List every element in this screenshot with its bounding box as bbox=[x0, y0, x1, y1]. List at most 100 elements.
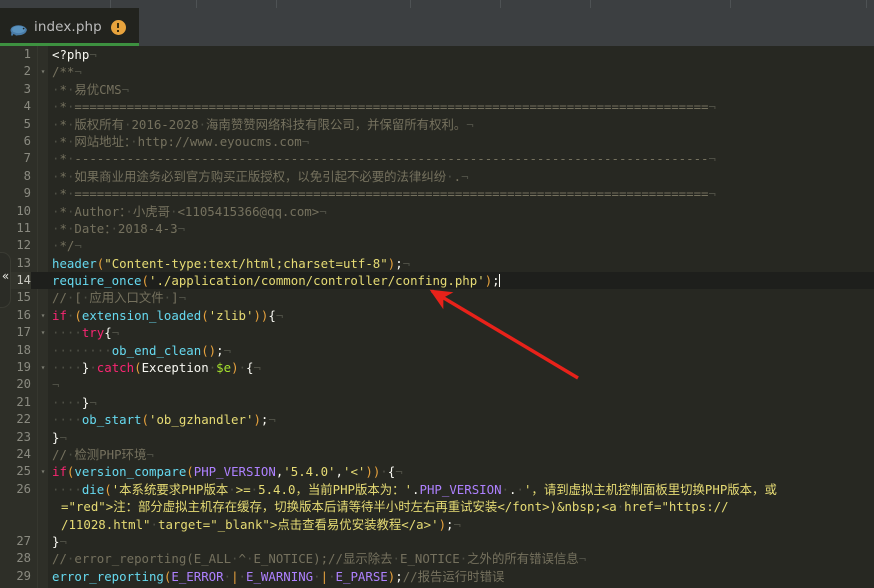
code-text[interactable]: ·*·易优CMS¬ bbox=[52, 81, 129, 98]
code-line[interactable]: 10 ·*·Author：·小虎哥·<1105415366@qq.com>¬ bbox=[0, 203, 874, 220]
fold-marker[interactable]: ▾ bbox=[38, 307, 48, 324]
code-line[interactable]: 8 ·*·如果商业用途务必到官方购买正版授权，以免引起不必要的法律纠纷·.¬ bbox=[0, 168, 874, 185]
code-text[interactable]: header("Content-type:text/html;charset=u… bbox=[52, 255, 410, 272]
code-line[interactable]: ="red">注：部分虚拟主机存在缓存，切换版本后请等待半小时左右再重试安装</… bbox=[0, 498, 874, 515]
code-line[interactable]: 21 ····}¬ bbox=[0, 394, 874, 411]
fold-marker[interactable] bbox=[38, 568, 48, 585]
fold-marker[interactable]: ▾ bbox=[38, 63, 48, 80]
code-editor[interactable]: 1 <?php¬ 2 ▾/**¬ 3 ·*·易优CMS¬ 4 ·*·=============… bbox=[0, 46, 874, 588]
code-line[interactable]: 28//·error_reporting(E_ALL·^·E_NOTICE);/… bbox=[0, 550, 874, 567]
code-text[interactable]: error_reporting(E_ERROR·|·E_WARNING·|·E_… bbox=[52, 568, 504, 585]
fold-marker[interactable] bbox=[38, 255, 48, 272]
code-token: ="red">注： bbox=[61, 499, 138, 515]
code-text[interactable]: ····die('本系统要求PHP版本·>=·5.4.0，当前PHP版本为：'.… bbox=[52, 481, 777, 498]
code-text[interactable]: ·*·-------------------------------------… bbox=[52, 150, 716, 167]
code-text[interactable]: ····}·catch(Exception·$e)·{¬ bbox=[52, 359, 261, 376]
code-line[interactable]: 5 ·*·版权所有·2016-2028·海南赞赞网络科技有限公司，并保留所有权利。… bbox=[0, 116, 874, 133]
code-text[interactable]: ·*·=====================================… bbox=[52, 98, 716, 115]
code-text[interactable]: ····try{¬ bbox=[52, 324, 119, 341]
code-text[interactable]: ·*·网站地址：·http://www.eyoucms.com¬ bbox=[52, 133, 309, 150]
fold-marker[interactable] bbox=[38, 46, 48, 63]
fold-marker[interactable] bbox=[38, 150, 48, 167]
code-text[interactable]: <?php¬ bbox=[52, 46, 97, 63]
fold-marker[interactable] bbox=[38, 429, 48, 446]
fold-marker[interactable] bbox=[38, 289, 48, 306]
code-line[interactable]: 2 ▾/**¬ bbox=[0, 63, 874, 80]
fold-marker[interactable] bbox=[38, 272, 48, 289]
collapse-panel-handle[interactable]: « bbox=[0, 252, 11, 308]
warning-badge-icon[interactable] bbox=[110, 19, 126, 35]
code-text[interactable]: ········ob_end_clean();¬ bbox=[52, 342, 231, 359]
fold-marker[interactable] bbox=[38, 220, 48, 237]
code-line[interactable]: 16 ▾ if·(extension_loaded('zlib')){¬ bbox=[0, 307, 874, 324]
fold-marker[interactable] bbox=[38, 185, 48, 202]
code-text[interactable]: //·error_reporting(E_ALL·^·E_NOTICE);//显… bbox=[52, 550, 586, 567]
code-line[interactable]: 24 //·检测PHP环境¬ bbox=[0, 446, 874, 463]
code-line[interactable]: /11028.html"·target="_blank">点击查看易优安装教程<… bbox=[0, 516, 874, 533]
fold-marker[interactable] bbox=[38, 376, 48, 393]
code-line[interactable]: 7 ·*·------------------------------------… bbox=[0, 150, 874, 167]
code-line[interactable]: 11 ·*·Date：·2018-4-3¬ bbox=[0, 220, 874, 237]
code-line[interactable]: 29 error_reporting(E_ERROR·|·E_WARNING·|·… bbox=[0, 568, 874, 585]
line-number: 8 bbox=[23, 168, 31, 183]
code-line[interactable]: 25 ▾ if(version_compare(PHP_VERSION,'5.4.0… bbox=[0, 463, 874, 480]
code-line[interactable]: 14 require_once('./application/common/con… bbox=[0, 272, 874, 290]
code-line[interactable]: 12 ·*/¬ bbox=[0, 237, 874, 254]
fold-marker[interactable] bbox=[38, 98, 48, 115]
fold-marker[interactable] bbox=[38, 342, 48, 359]
code-text[interactable]: ·*·Date：·2018-4-3¬ bbox=[52, 220, 185, 237]
code-text[interactable]: ····ob_start('ob_gzhandler');¬ bbox=[52, 411, 276, 428]
fold-marker[interactable]: ▾ bbox=[38, 324, 48, 341]
code-line[interactable]: 22 ····ob_start('ob_gzhandler');¬ bbox=[0, 411, 874, 428]
code-text[interactable]: //·[·应用入口文件·]¬ bbox=[52, 289, 186, 306]
code-line[interactable]: 19 ▾ ····}·catch(Exception·$e)·{¬ bbox=[0, 359, 874, 376]
code-text[interactable]: ="red">注：部分虚拟主机存在缓存，切换版本后请等待半小时左右再重试安装</… bbox=[61, 498, 729, 515]
code-line[interactable]: 1 <?php¬ bbox=[0, 46, 874, 63]
fold-marker[interactable] bbox=[38, 81, 48, 98]
fold-marker[interactable] bbox=[38, 237, 48, 254]
fold-marker[interactable] bbox=[38, 516, 48, 533]
code-line[interactable]: 13 header("Content-type:text/html;charset… bbox=[0, 255, 874, 272]
fold-marker[interactable] bbox=[38, 533, 48, 550]
code-line[interactable]: 18 ········ob_end_clean();¬ bbox=[0, 342, 874, 359]
code-text[interactable]: ·*/¬ bbox=[52, 237, 82, 254]
code-text[interactable]: if·(extension_loaded('zlib')){¬ bbox=[52, 307, 283, 324]
fold-marker[interactable]: ▾ bbox=[38, 463, 48, 480]
fold-marker[interactable] bbox=[38, 133, 48, 150]
code-line[interactable]: 27}¬ bbox=[0, 533, 874, 550]
code-text[interactable]: ·*·版权所有·2016-2028·海南赞赞网络科技有限公司，并保留所有权利。¬ bbox=[52, 116, 474, 133]
code-token: ¬ bbox=[319, 203, 327, 219]
code-line[interactable]: 17 ▾ ····try{¬ bbox=[0, 324, 874, 341]
code-text[interactable]: ·*·=====================================… bbox=[52, 185, 716, 202]
code-text[interactable]: if(version_compare(PHP_VERSION,'5.4.0','… bbox=[52, 463, 403, 480]
fold-marker[interactable] bbox=[38, 411, 48, 428]
fold-marker[interactable] bbox=[38, 498, 48, 515]
code-line[interactable]: 6 ·*·网站地址：·http://www.eyoucms.com¬ bbox=[0, 133, 874, 150]
code-text[interactable]: //·检测PHP环境¬ bbox=[52, 446, 154, 463]
code-text[interactable]: ····}¬ bbox=[52, 394, 97, 411]
code-text[interactable]: }¬ bbox=[52, 533, 67, 550]
fold-marker[interactable]: ▾ bbox=[38, 359, 48, 376]
code-text[interactable]: }¬ bbox=[52, 429, 67, 446]
tab-index-php[interactable]: index.php bbox=[0, 8, 139, 46]
code-line[interactable]: 26 ····die('本系统要求PHP版本·>=·5.4.0，当前PHP版本为：… bbox=[0, 481, 874, 498]
fold-marker[interactable] bbox=[38, 116, 48, 133]
code-text[interactable]: ·*·Author：·小虎哥·<1105415366@qq.com>¬ bbox=[52, 203, 327, 220]
fold-marker[interactable] bbox=[38, 446, 48, 463]
fold-marker[interactable] bbox=[38, 168, 48, 185]
code-line[interactable]: 4 ·*·====================================… bbox=[0, 98, 874, 115]
code-text[interactable]: /**¬ bbox=[52, 63, 82, 80]
code-text[interactable]: ·*·如果商业用途务必到官方购买正版授权，以免引起不必要的法律纠纷·.¬ bbox=[52, 168, 469, 185]
fold-marker[interactable] bbox=[38, 550, 48, 567]
code-text[interactable]: /11028.html"·target="_blank">点击查看易优安装教程<… bbox=[61, 516, 461, 533]
code-line[interactable]: 15//·[·应用入口文件·]¬ bbox=[0, 289, 874, 306]
code-text[interactable]: require_once('./application/common/contr… bbox=[52, 272, 500, 290]
fold-marker[interactable] bbox=[38, 203, 48, 220]
fold-marker[interactable] bbox=[38, 394, 48, 411]
code-line[interactable]: 3 ·*·易优CMS¬ bbox=[0, 81, 874, 98]
code-line[interactable]: 20 ¬ bbox=[0, 376, 874, 393]
code-line[interactable]: 9 ·*·====================================… bbox=[0, 185, 874, 202]
code-line[interactable]: 23}¬ bbox=[0, 429, 874, 446]
code-text[interactable]: ¬ bbox=[52, 376, 59, 393]
fold-marker[interactable] bbox=[38, 481, 48, 498]
